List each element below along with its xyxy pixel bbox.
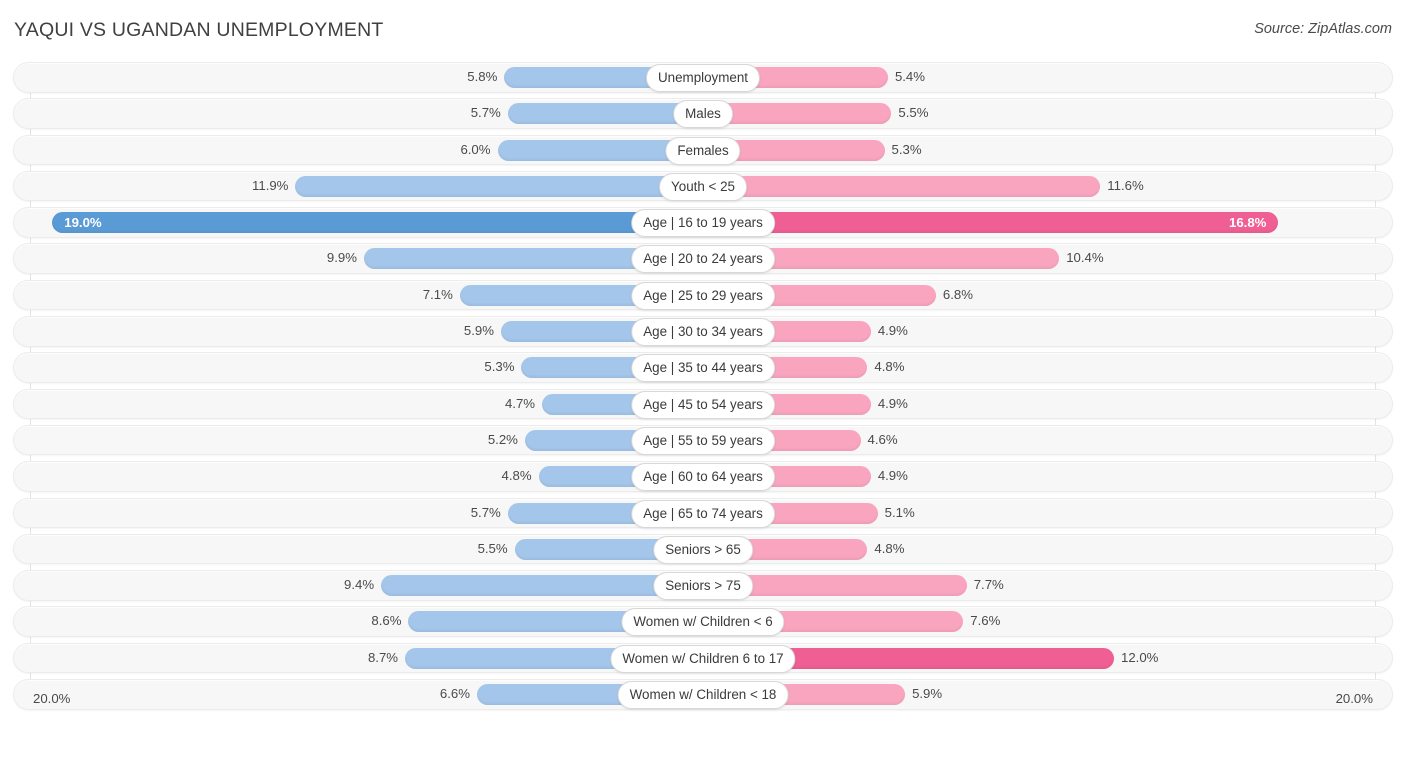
value-label-yaqui: 4.7% bbox=[504, 395, 536, 411]
bar-yaqui[interactable] bbox=[52, 212, 703, 234]
value-label-yaqui: 8.7% bbox=[367, 649, 399, 665]
category-label-pill[interactable]: Women w/ Children < 18 bbox=[617, 681, 789, 710]
chart-plot-area: 5.8% 5.4% Unemployment 5.7% 5.5% Males 6.0% 5.3… bbox=[0, 62, 1406, 717]
value-label-ugandan: 12.0% bbox=[1121, 649, 1159, 665]
category-label-pill[interactable]: Seniors > 65 bbox=[653, 535, 753, 564]
value-label-ugandan: 6.8% bbox=[942, 286, 973, 302]
category-label-pill[interactable]: Age | 35 to 44 years bbox=[631, 354, 775, 383]
value-label-yaqui: 8.6% bbox=[371, 613, 402, 629]
value-label-yaqui: 5.2% bbox=[487, 431, 518, 447]
table-row[interactable]: 19.0% 16.8% Age | 16 to 19 years bbox=[0, 207, 1406, 238]
value-label-ugandan: 10.4% bbox=[1066, 250, 1104, 266]
table-row[interactable]: 5.7% 5.5% Males bbox=[0, 98, 1406, 129]
value-label-yaqui: 19.0% bbox=[64, 215, 102, 231]
category-label-pill[interactable]: Age | 65 to 74 years bbox=[631, 499, 775, 528]
table-row[interactable]: 5.7% 5.1% Age | 65 to 74 years bbox=[0, 497, 1406, 529]
value-label-ugandan: 4.8% bbox=[874, 359, 905, 375]
value-label-yaqui: 9.9% bbox=[326, 250, 357, 266]
table-row[interactable]: 5.3% 4.8% Age | 35 to 44 years bbox=[0, 352, 1406, 383]
category-label-pill[interactable]: Age | 60 to 64 years bbox=[631, 463, 775, 492]
value-label-yaqui: 7.1% bbox=[422, 286, 453, 302]
value-label-yaqui: 9.4% bbox=[343, 577, 375, 593]
category-label-pill[interactable]: Age | 16 to 19 years bbox=[631, 209, 775, 238]
category-label-pill[interactable]: Women w/ Children 6 to 17 bbox=[610, 644, 796, 673]
category-label-pill[interactable]: Women w/ Children < 6 bbox=[621, 608, 785, 637]
category-label-pill[interactable]: Females bbox=[665, 136, 741, 165]
category-label-pill[interactable]: Seniors > 75 bbox=[653, 572, 753, 601]
value-label-yaqui: 5.7% bbox=[470, 504, 501, 520]
category-label-pill[interactable]: Age | 45 to 54 years bbox=[631, 390, 775, 419]
value-label-ugandan: 11.6% bbox=[1107, 177, 1144, 193]
bar-ugandan[interactable] bbox=[703, 175, 1101, 197]
value-label-yaqui: 5.5% bbox=[477, 540, 508, 556]
value-label-yaqui: 5.9% bbox=[463, 323, 494, 339]
table-row[interactable]: 4.8% 4.9% Age | 60 to 64 years bbox=[0, 461, 1406, 492]
value-label-ugandan: 4.9% bbox=[877, 468, 908, 484]
bar-yaqui[interactable] bbox=[295, 175, 703, 197]
value-label-ugandan: 4.8% bbox=[874, 540, 905, 556]
table-row[interactable]: 9.4% 7.7% Seniors > 75 bbox=[0, 570, 1406, 601]
table-row[interactable]: 5.2% 4.6% Age | 55 to 59 years bbox=[0, 424, 1406, 456]
value-label-ugandan: 5.3% bbox=[891, 141, 922, 157]
value-label-ugandan: 4.9% bbox=[877, 323, 908, 339]
value-label-ugandan: 4.6% bbox=[867, 431, 898, 447]
bar-row-list: 5.8% 5.4% Unemployment 5.7% 5.5% Males 6.0% 5.3… bbox=[0, 62, 1406, 715]
category-label-pill[interactable]: Age | 55 to 59 years bbox=[631, 426, 775, 455]
table-row[interactable]: 11.9% 11.6% Youth < 25 bbox=[0, 170, 1406, 202]
table-row[interactable]: 4.7% 4.9% Age | 45 to 54 years bbox=[0, 388, 1406, 420]
value-label-ugandan: 5.4% bbox=[894, 69, 925, 84]
table-row[interactable]: 7.1% 6.8% Age | 25 to 29 years bbox=[0, 279, 1406, 311]
table-row[interactable]: 5.9% 4.9% Age | 30 to 34 years bbox=[0, 316, 1406, 347]
value-label-yaqui: 5.8% bbox=[467, 69, 498, 84]
value-label-ugandan: 5.1% bbox=[884, 504, 915, 520]
value-label-ugandan: 7.6% bbox=[970, 613, 1001, 629]
category-label-pill[interactable]: Age | 20 to 24 years bbox=[631, 245, 775, 274]
category-label-pill[interactable]: Males bbox=[673, 100, 733, 129]
value-label-yaqui: 11.9% bbox=[252, 177, 289, 193]
value-label-yaqui: 5.3% bbox=[484, 359, 515, 375]
table-row[interactable]: 5.8% 5.4% Unemployment bbox=[0, 62, 1406, 93]
value-label-ugandan: 16.8% bbox=[1228, 215, 1267, 231]
table-row[interactable]: 8.6% 7.6% Women w/ Children < 6 bbox=[0, 606, 1406, 637]
value-label-yaqui: 6.0% bbox=[460, 141, 491, 157]
value-label-yaqui: 5.7% bbox=[470, 105, 501, 121]
table-row[interactable]: 5.5% 4.8% Seniors > 65 bbox=[0, 533, 1406, 565]
page-title: YAQUI VS UGANDAN UNEMPLOYMENT bbox=[14, 19, 384, 41]
value-label-yaqui: 4.8% bbox=[501, 468, 532, 484]
category-label-pill[interactable]: Youth < 25 bbox=[659, 172, 747, 201]
table-row[interactable]: 8.7% 12.0% Women w/ Children 6 to 17 bbox=[0, 642, 1406, 674]
category-label-pill[interactable]: Age | 25 to 29 years bbox=[631, 281, 775, 310]
value-label-ugandan: 4.9% bbox=[877, 395, 908, 411]
value-label-ugandan: 5.5% bbox=[898, 105, 929, 121]
category-label-pill[interactable]: Unemployment bbox=[645, 64, 761, 92]
table-row[interactable]: 9.9% 10.4% Age | 20 to 24 years bbox=[0, 243, 1406, 274]
table-row[interactable]: 6.0% 5.3% Females bbox=[0, 134, 1406, 166]
source-attribution: Source: ZipAtlas.com bbox=[1254, 21, 1392, 37]
value-label-ugandan: 7.7% bbox=[973, 577, 1004, 593]
chart-header: YAQUI VS UGANDAN UNEMPLOYMENT Source: Zi… bbox=[0, 0, 1406, 62]
category-label-pill[interactable]: Age | 30 to 34 years bbox=[631, 318, 775, 347]
